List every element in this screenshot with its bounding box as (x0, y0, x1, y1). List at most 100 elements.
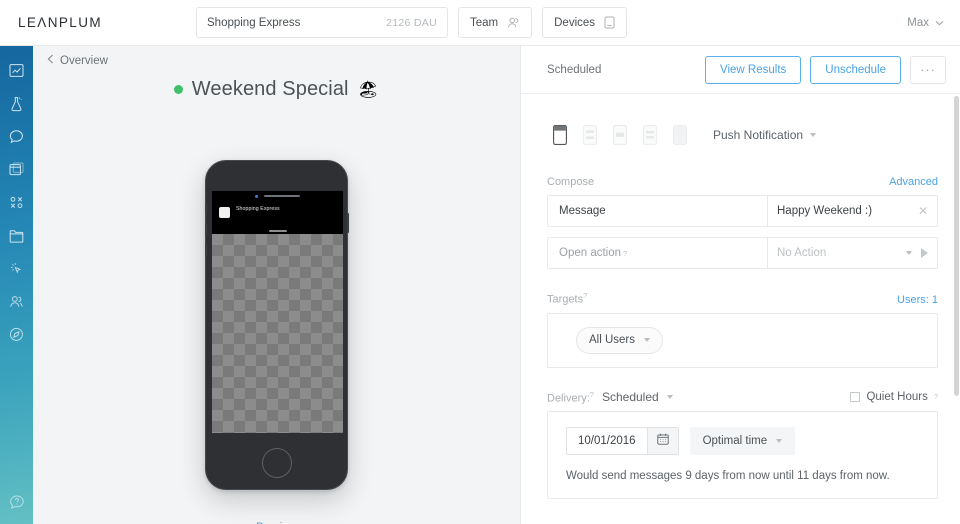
chevron-down-icon[interactable] (906, 251, 912, 255)
people-icon (9, 294, 24, 309)
rich-banner-template-icon (583, 125, 597, 145)
quiet-hours-checkbox[interactable] (850, 391, 861, 402)
delivery-mode-label: Scheduled (601, 389, 659, 404)
sidebar-item-settings[interactable] (0, 318, 33, 351)
compose-section-header: Compose Advanced (547, 176, 938, 188)
targets-users-link[interactable]: Users: 1 (897, 294, 938, 306)
message-field-label: Message (548, 196, 768, 226)
sidebar-item-campaigns[interactable] (0, 153, 33, 186)
chevron-down-icon (935, 17, 944, 29)
devices-button[interactable]: Devices (542, 7, 628, 38)
target-segment-pill[interactable]: All Users (576, 326, 664, 354)
targets-label: Targets? (547, 291, 587, 306)
chevron-down-icon (644, 338, 651, 343)
screen-placeholder-checkerboard (212, 234, 343, 433)
time-mode-dropdown[interactable]: Optimal time (689, 427, 796, 456)
template-rich-banner[interactable] (575, 120, 605, 150)
flask-icon (9, 96, 24, 112)
app-selector[interactable]: Shopping Express 2126 DAU (196, 7, 448, 38)
delivery-help-icon[interactable]: ? (590, 390, 594, 399)
delivery-section-header: Delivery:? Scheduled Quiet Hours? (547, 390, 938, 405)
sidebar-item-ab-tests[interactable] (0, 87, 33, 120)
sidebar-item-messages[interactable] (0, 120, 33, 153)
view-results-button[interactable]: View Results (705, 55, 802, 84)
status-bar-line (264, 195, 300, 197)
scrollbar-thumb[interactable] (954, 96, 959, 396)
sidebar-item-files[interactable] (0, 219, 33, 252)
template-interstitial[interactable] (605, 120, 635, 150)
chart-icon (9, 63, 24, 78)
calendar-button[interactable] (646, 428, 678, 455)
breadcrumb[interactable]: Overview (47, 54, 108, 67)
phone-power-button (346, 213, 349, 233)
delivery-label: Delivery:? (547, 390, 594, 405)
preview-pane: Overview Weekend Special 🏖 Shopping Expr… (33, 46, 520, 524)
clear-message-icon[interactable]: ✕ (918, 205, 928, 217)
phone-silent-switch (204, 205, 207, 214)
leanplum-logo: LEΛNPLUM (18, 15, 102, 30)
open-action-placeholder: No Action (777, 247, 827, 259)
open-action-help-icon[interactable]: ? (623, 249, 627, 258)
sidebar-item-help[interactable] (0, 485, 33, 518)
app-dau: 2126 DAU (386, 16, 437, 29)
editor-header: Scheduled View Results Unschedule ··· (521, 46, 960, 94)
phone-screen: Shopping Express now Happy Weekend :) (212, 191, 343, 433)
user-menu[interactable]: Max (907, 17, 944, 29)
template-web-interstitial[interactable] (665, 120, 695, 150)
sidebar-item-audience[interactable] (0, 285, 33, 318)
more-options-button[interactable]: ··· (910, 55, 946, 84)
team-button[interactable]: Team (458, 7, 533, 38)
open-action-value-wrap[interactable]: No Action (768, 238, 937, 268)
message-template-selector: Push Notification (547, 120, 938, 150)
sparkle-cursor-icon (9, 261, 24, 276)
schedule-panel: 10/01/2016 Optimal time Would send messa… (547, 411, 938, 500)
campaign-status-label: Scheduled (547, 63, 602, 76)
delivery-label-text: Delivery: (547, 392, 590, 405)
template-confirm-dialog[interactable] (635, 120, 665, 150)
sidebar-item-analytics[interactable] (0, 54, 33, 87)
team-label: Team (470, 16, 499, 29)
target-segment-label: All Users (589, 334, 636, 347)
user-name: Max (907, 16, 929, 29)
notification-app-icon (219, 207, 230, 218)
open-action-field-row[interactable]: Open action ? No Action (547, 237, 938, 269)
quiet-hours-help-icon[interactable]: ? (934, 392, 938, 401)
message-field-value-wrap[interactable]: Happy Weekend :) ✕ (768, 196, 937, 226)
message-type-dropdown[interactable]: Push Notification (713, 128, 817, 142)
targets-section-header: Targets? Users: 1 (547, 291, 938, 306)
date-picker[interactable]: 10/01/2016 (566, 427, 679, 456)
help-bubble-icon (9, 494, 25, 510)
sidebar-item-variables[interactable] (0, 186, 33, 219)
phone-preview: Shopping Express now Happy Weekend :) (33, 160, 520, 490)
editor-actions: View Results Unschedule ··· (705, 55, 946, 84)
beach-umbrella-emoji-icon: 🏖 (357, 80, 380, 99)
window-icon (9, 162, 24, 177)
web-interstitial-template-icon (673, 125, 687, 145)
quiet-hours-toggle[interactable]: Quiet Hours? (850, 391, 938, 403)
notification-grabber (268, 230, 287, 232)
unschedule-button[interactable]: Unschedule (810, 55, 901, 84)
chevron-down-icon (776, 439, 783, 444)
date-input[interactable]: 10/01/2016 (567, 428, 647, 455)
advanced-link[interactable]: Advanced (889, 176, 938, 188)
chevron-down-icon (666, 394, 673, 399)
device-icon (604, 16, 615, 29)
phone-volume-down-button (204, 243, 207, 256)
speech-bubble-icon (9, 129, 24, 144)
confirm-dialog-template-icon (643, 125, 657, 145)
play-icon[interactable] (921, 248, 928, 258)
sidebar-item-automation[interactable] (0, 252, 33, 285)
delivery-mode-dropdown[interactable]: Scheduled (602, 390, 673, 404)
editor-body: Push Notification Compose Advanced Messa… (521, 94, 960, 524)
breadcrumb-label: Overview (60, 54, 108, 67)
message-field-row[interactable]: Message Happy Weekend :) ✕ (547, 195, 938, 227)
notification-text: Shopping Express now Happy Weekend :) (236, 206, 343, 234)
interstitial-template-icon (613, 125, 627, 145)
push-notification-preview: Shopping Express now Happy Weekend :) (212, 201, 343, 234)
targets-panel: All Users (547, 312, 938, 368)
compass-icon (9, 327, 24, 342)
targets-help-icon[interactable]: ? (583, 291, 587, 300)
template-push-notification[interactable] (545, 120, 575, 150)
open-action-controls (906, 248, 928, 258)
compose-label: Compose (547, 176, 595, 188)
